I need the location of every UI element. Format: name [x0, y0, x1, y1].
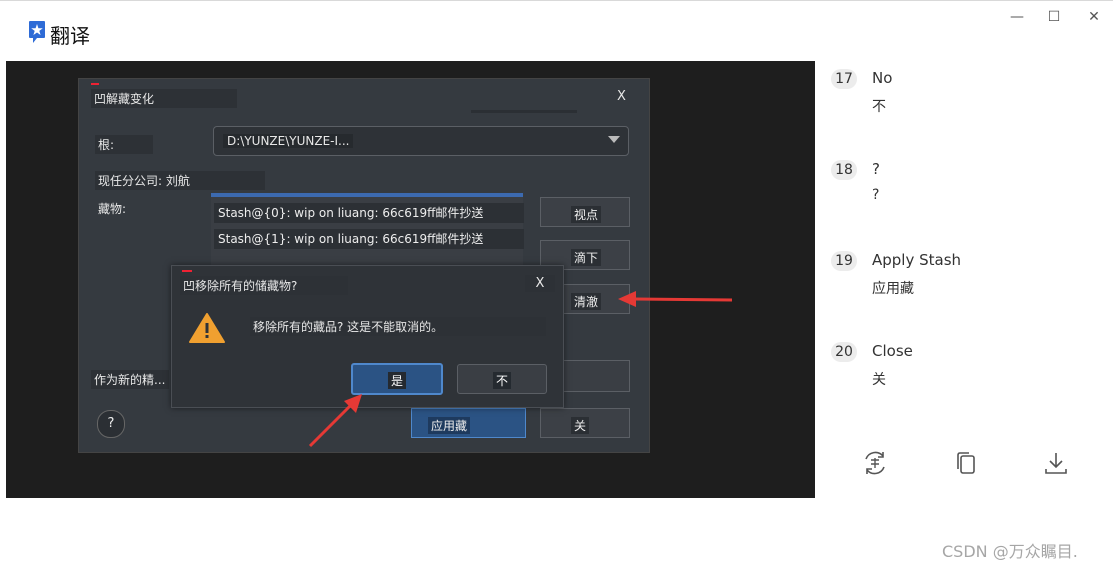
annotation-arrows: [308, 291, 733, 448]
title-bar: [0, 0, 1113, 61]
root-select[interactable]: D:\YUNZE\YUNZE-I...: [213, 126, 629, 156]
drop-button-label: 滴下: [571, 249, 602, 266]
translate-icon[interactable]: [862, 450, 888, 476]
dialog-close-button[interactable]: X: [614, 88, 629, 105]
entry-source-text: Apply Stash: [872, 251, 962, 269]
new-branch-label: 作为新的精...: [91, 370, 169, 389]
entry-number: 17: [831, 69, 857, 89]
entry-number: 19: [831, 251, 857, 271]
entry-translated-text: 关: [872, 372, 886, 388]
stash-list[interactable]: Stash@{0}: wip on liuang: 66c619ff邮件抄送 S…: [211, 193, 524, 272]
minimize-button[interactable]: —: [1003, 6, 1031, 28]
view-button-label: 视点: [571, 206, 602, 223]
stash-list-item[interactable]: Stash@{0}: wip on liuang: 66c619ff邮件抄送: [214, 203, 524, 223]
entry-number: 18: [831, 160, 857, 180]
arrow-to-yes-button: [308, 394, 362, 448]
watermark: CSDN @万众瞩目.: [942, 542, 1078, 561]
app-title: 翻译: [50, 24, 90, 48]
chevron-down-icon: [608, 136, 620, 143]
entry-source-text: ?: [872, 160, 880, 178]
view-button[interactable]: 视点: [540, 197, 630, 227]
entry-number: 20: [831, 342, 857, 362]
dialog-marker: [91, 83, 99, 85]
maximize-button[interactable]: ☐: [1040, 6, 1068, 28]
root-select-value: D:\YUNZE\YUNZE-I...: [223, 134, 354, 148]
entry-source-text: No: [872, 69, 893, 87]
close-window-button[interactable]: ✕: [1080, 6, 1108, 28]
entry-translated-text: 不: [872, 99, 886, 115]
copy-icon[interactable]: [953, 450, 979, 476]
root-label: 根:: [95, 135, 153, 154]
warning-icon: [189, 313, 225, 343]
entry-translated-text: 应用藏: [872, 281, 914, 297]
confirm-marker: [182, 270, 192, 272]
download-icon[interactable]: [1043, 450, 1069, 476]
entry-translated-text: ?: [872, 187, 880, 203]
dialog-title: 凹解藏变化: [91, 89, 237, 108]
stash-list-item[interactable]: Stash@{1}: wip on liuang: 66c619ff邮件抄送: [214, 229, 524, 249]
stash-label: 藏物:: [98, 202, 127, 216]
entry-source-text: Close: [872, 342, 913, 360]
app-logo-icon: [29, 21, 45, 43]
help-button[interactable]: ?: [97, 410, 125, 438]
branch-label: 现任分公司: 刘航: [95, 171, 265, 190]
dialog-divider: [471, 110, 577, 113]
arrow-to-clear-button: [618, 291, 733, 307]
